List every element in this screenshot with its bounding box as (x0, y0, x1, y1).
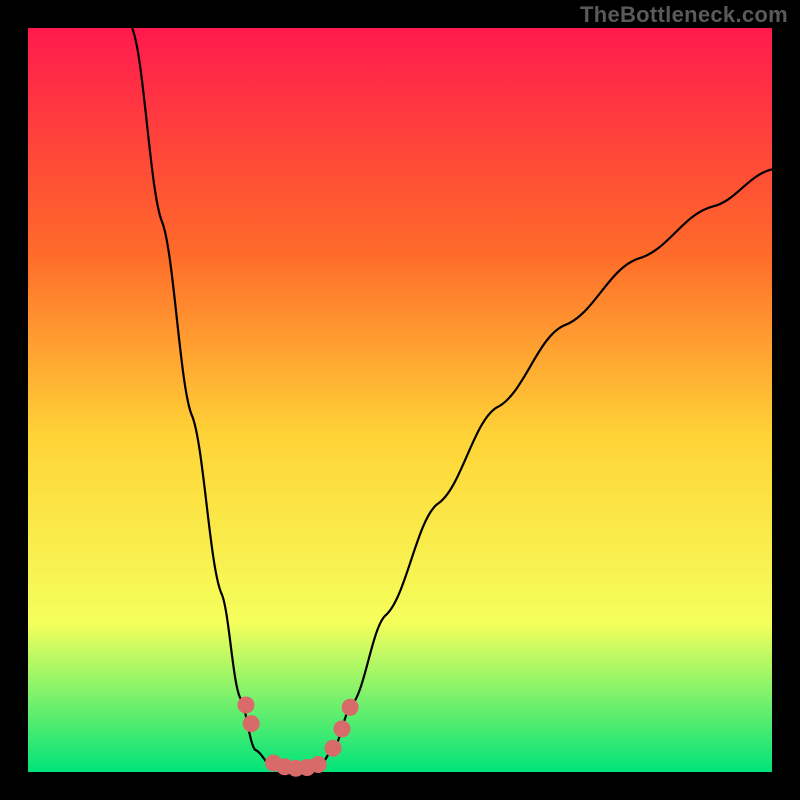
curve-marker (237, 697, 254, 714)
curve-marker (243, 715, 260, 732)
bottleneck-chart (0, 0, 800, 800)
chart-container: TheBottleneck.com (0, 0, 800, 800)
curve-marker (310, 756, 327, 773)
curve-marker (333, 720, 350, 737)
curve-marker (342, 699, 359, 716)
plot-background (28, 28, 772, 772)
curve-marker (325, 740, 342, 757)
watermark-label: TheBottleneck.com (580, 2, 788, 28)
